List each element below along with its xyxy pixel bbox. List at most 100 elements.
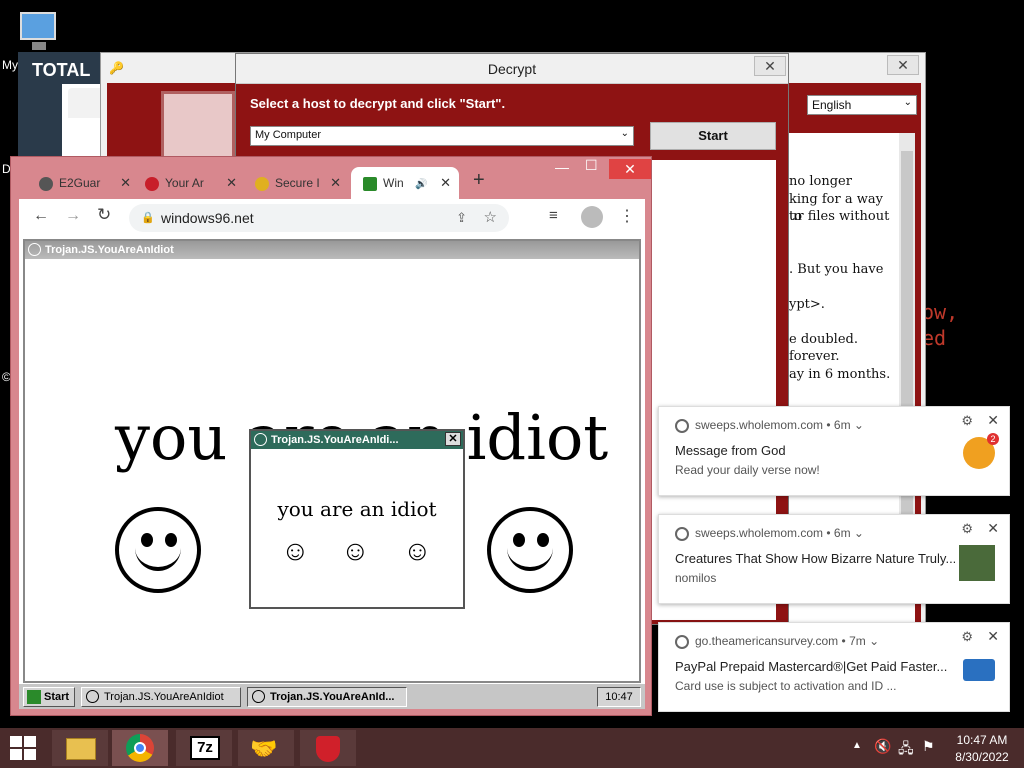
close-icon[interactable]: ✕: [987, 628, 999, 645]
chevron-down-icon: ⌄: [903, 97, 912, 108]
idiot-window: Trojan.JS.YouAreAnIdiot you are an idiot…: [23, 239, 641, 683]
decrypt-close-button[interactable]: ✕: [754, 56, 786, 76]
small-smiley-icon: ☺: [281, 535, 310, 566]
star-icon[interactable]: ☆: [484, 204, 497, 232]
tab-label: E2Guar: [59, 176, 101, 190]
favicon-icon: [39, 176, 53, 191]
note-line: [789, 278, 899, 296]
host-select[interactable]: My Computer ⌄: [250, 126, 634, 146]
right-smiley-icon: [487, 507, 573, 593]
note-line: [789, 313, 899, 331]
total-label: TOTAL: [32, 60, 91, 80]
tab-label: Secure I: [275, 176, 320, 190]
volume-muted-icon[interactable]: 🔇: [874, 738, 891, 755]
tab-close-icon[interactable]: ✕: [330, 167, 341, 199]
taskbar-clock[interactable]: 10:47 AM 8/30/2022: [950, 733, 1014, 764]
note-line: forever.: [789, 349, 840, 364]
gear-icon[interactable]: ⚙: [961, 629, 973, 645]
share-icon[interactable]: ⇪: [456, 204, 467, 232]
shield-app-icon[interactable]: [300, 730, 356, 766]
tab-label: Win: [383, 176, 404, 190]
note-line: king for a way to: [789, 191, 883, 224]
close-icon[interactable]: ✕: [987, 520, 999, 537]
tab-secure[interactable]: Secure I ✕: [247, 167, 345, 199]
notification-title: PayPal Prepaid Mastercard®|Get Paid Fast…: [675, 659, 948, 674]
decrypt-instruction: Select a host to decrypt and click "Star…: [250, 96, 506, 111]
back-icon[interactable]: ←: [33, 207, 49, 225]
note-line: ay in 6 months.: [789, 366, 891, 382]
left-smiley-icon: [115, 507, 201, 593]
lock-icon: 🔒: [141, 212, 155, 224]
tab-close-icon[interactable]: ✕: [120, 167, 131, 199]
taskbar-time: 10:47 AM: [956, 733, 1008, 747]
win96-taskbar: Start Trojan.JS.YouAreAnIdiot Trojan.JS.…: [19, 683, 645, 709]
forward-icon[interactable]: →: [65, 207, 81, 225]
new-tab-button[interactable]: +: [473, 169, 485, 192]
maximize-button[interactable]: ☐: [585, 157, 598, 174]
minimize-button[interactable]: —: [555, 159, 569, 175]
notification-source: sweeps.wholemom.com • 6m ⌄: [675, 418, 864, 433]
win96-start-button[interactable]: Start: [23, 687, 75, 707]
note-line: [789, 243, 899, 261]
smiley-icon: [254, 433, 267, 446]
note-line: no longer: [789, 174, 852, 189]
gear-icon[interactable]: ⚙: [961, 521, 973, 537]
decrypt-title: Decrypt: [236, 54, 788, 84]
handshake-icon[interactable]: 🤝: [238, 730, 294, 766]
url-input[interactable]: 🔒 windows96.net ⇪ ☆: [129, 204, 509, 232]
win96-logo-icon: [27, 690, 41, 704]
popup-close-button[interactable]: ✕: [445, 432, 461, 446]
tab-e2guardian[interactable]: E2Guar ✕: [31, 167, 135, 199]
page-content: Trojan.JS.YouAreAnIdiot you are an idiot…: [19, 237, 645, 709]
notification-body: Read your daily verse now!: [675, 463, 820, 477]
host-select-value: My Computer: [255, 129, 322, 141]
notification-source: go.theamericansurvey.com • 7m ⌄: [675, 634, 879, 649]
reload-icon[interactable]: ↻: [97, 205, 111, 225]
7zip-icon[interactable]: 7z: [176, 730, 232, 766]
flag-icon[interactable]: ⚑: [922, 738, 935, 755]
language-select[interactable]: English ⌄: [807, 95, 917, 115]
chevron-down-icon: ⌄: [620, 128, 629, 139]
network-icon[interactable]: 🖧: [898, 738, 914, 762]
media-control-icon[interactable]: ≡: [549, 207, 558, 224]
chrome-close-button[interactable]: ✕: [609, 159, 651, 179]
windows-taskbar: 7z 🤝 ▲ 🔇 🖧 ⚑ 10:47 AM 8/30/2022: [0, 728, 1024, 768]
notification-card[interactable]: sweeps.wholemom.com • 6m ⌄ ⚙ ✕ Message f…: [658, 406, 1010, 496]
win96-task-button[interactable]: Trojan.JS.YouAreAnIdiot: [81, 687, 241, 707]
favicon-icon: [255, 176, 269, 191]
profile-avatar[interactable]: [581, 206, 603, 228]
windows-start-icon[interactable]: [10, 736, 38, 760]
chevron-up-icon[interactable]: ▲: [852, 740, 862, 751]
gear-icon[interactable]: ⚙: [961, 413, 973, 429]
win96-clock: 10:47: [597, 687, 641, 707]
note-line: e doubled.: [789, 331, 858, 347]
file-explorer-icon[interactable]: [52, 730, 108, 766]
menu-icon[interactable]: ⋮: [619, 206, 635, 226]
speaker-icon[interactable]: 🔊: [415, 179, 427, 190]
notification-title: Message from God: [675, 443, 786, 458]
tab-label: Your Ar: [165, 176, 204, 190]
chrome-icon[interactable]: [112, 730, 168, 766]
chrome-badge-icon: [675, 526, 689, 541]
tab-close-icon[interactable]: ✕: [226, 167, 237, 199]
note-line: . But you have: [789, 261, 884, 277]
notification-card[interactable]: go.theamericansurvey.com • 7m ⌄ ⚙ ✕ PayP…: [658, 622, 1010, 712]
close-icon[interactable]: ✕: [987, 412, 999, 429]
tab-your-ar[interactable]: Your Ar ✕: [137, 167, 241, 199]
tab-windows96[interactable]: Win 🔊 ✕: [351, 167, 459, 199]
main-close-button[interactable]: ✕: [887, 55, 919, 75]
idiot-window-title: Trojan.JS.YouAreAnIdiot: [25, 241, 639, 259]
notification-card[interactable]: sweeps.wholemom.com • 6m ⌄ ⚙ ✕ Creatures…: [658, 514, 1010, 604]
start-button[interactable]: Start: [650, 122, 776, 150]
small-smiley-icon: ☺: [341, 535, 370, 566]
note-line: [789, 226, 899, 244]
note-line: [789, 383, 899, 401]
win96-task-button-active[interactable]: Trojan.JS.YouAreAnId...: [247, 687, 407, 707]
small-smiley-icon: ☺: [403, 535, 432, 566]
notification-title: Creatures That Show How Bizarre Nature T…: [675, 551, 955, 566]
tab-close-icon[interactable]: ✕: [440, 167, 451, 199]
computer-icon[interactable]: [14, 10, 64, 54]
bg-ransom-text-1: ow,: [922, 300, 959, 324]
idiot-popup[interactable]: Trojan.JS.YouAreAnIdi... ✕ you are an id…: [249, 429, 465, 609]
background-app-window: TOTAL: [18, 52, 108, 162]
